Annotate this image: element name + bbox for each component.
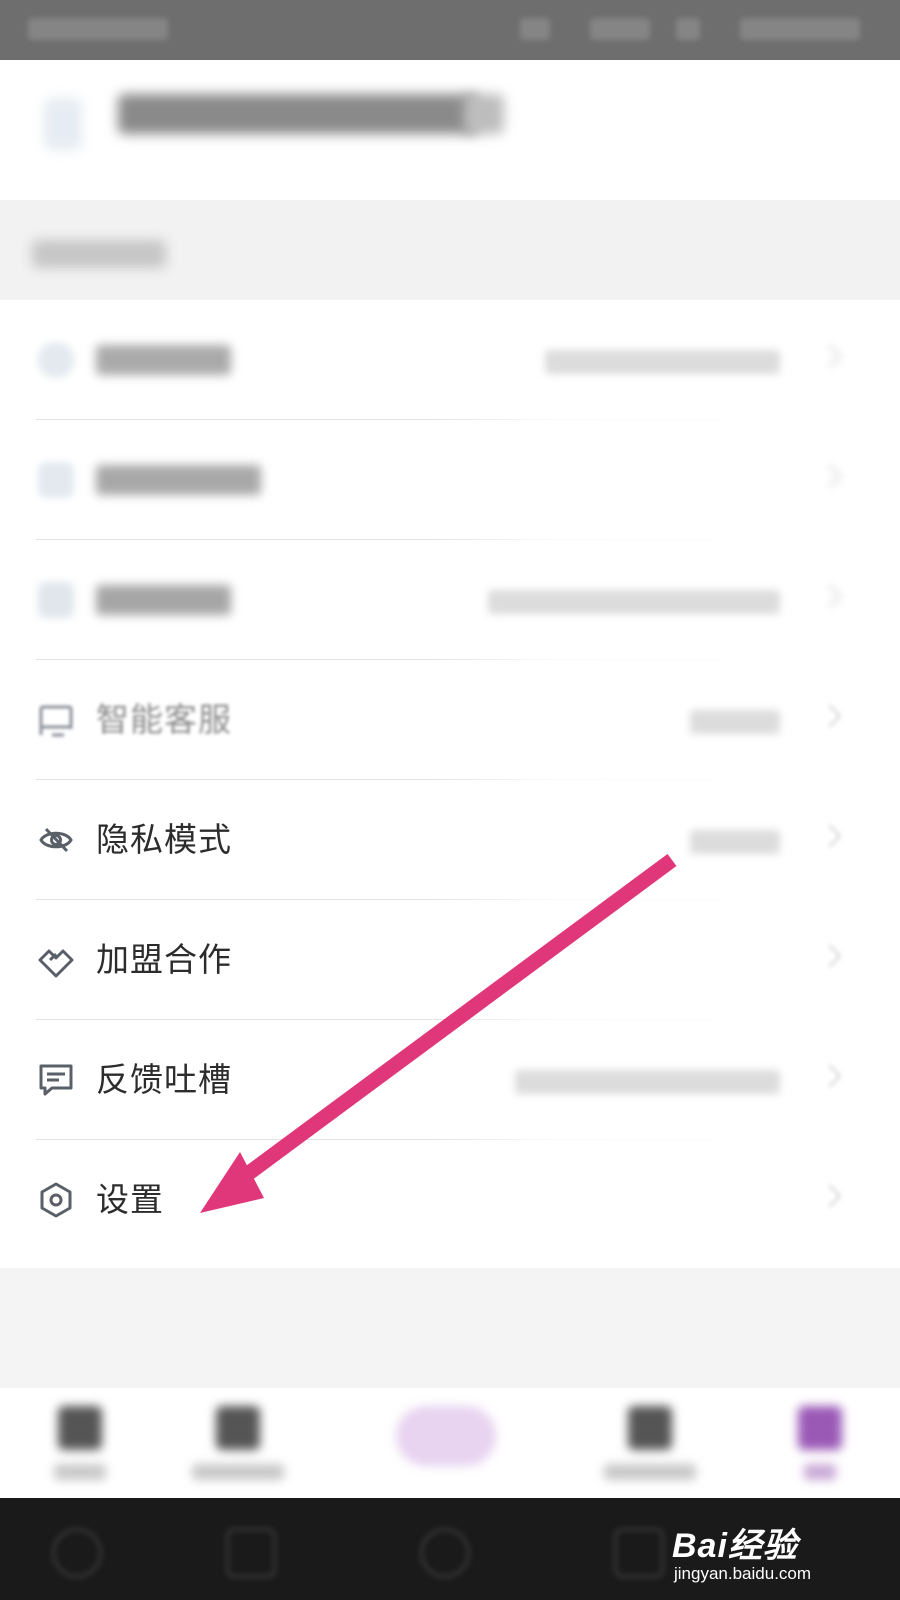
section-title bbox=[32, 240, 166, 268]
tab-center[interactable] bbox=[386, 1402, 506, 1492]
blurred-value bbox=[545, 350, 780, 374]
chevron-right-icon bbox=[818, 344, 842, 368]
empty-area bbox=[0, 1268, 900, 1388]
menu-list: 智能客服 隐私模式 加盟合作 反馈吐槽 设置 bbox=[0, 300, 900, 1268]
clock-icon bbox=[38, 582, 74, 618]
menu-nav-icon[interactable] bbox=[52, 1528, 102, 1578]
menu-item-settings[interactable]: 设置 bbox=[0, 1140, 900, 1260]
home-nav-icon[interactable] bbox=[420, 1528, 470, 1578]
menu-item-label: 隐私模式 bbox=[96, 820, 232, 859]
tab-label bbox=[604, 1464, 696, 1480]
tab-profile[interactable] bbox=[760, 1402, 880, 1492]
shield-icon bbox=[38, 342, 74, 378]
watermark-site: jingyan.baidu.com bbox=[674, 1564, 812, 1583]
wifi-icon bbox=[676, 18, 700, 40]
chevron-right-icon bbox=[818, 1064, 842, 1088]
carrier-text bbox=[28, 18, 168, 40]
recents-nav-icon[interactable] bbox=[614, 1528, 664, 1578]
blurred-value bbox=[488, 590, 780, 614]
message-icon bbox=[628, 1406, 672, 1450]
blurred-value bbox=[515, 1070, 780, 1094]
chevron-right-icon bbox=[818, 704, 842, 728]
signal-icon bbox=[520, 18, 550, 40]
network-speed bbox=[590, 18, 650, 40]
profile-header[interactable] bbox=[0, 60, 900, 200]
blurred-label bbox=[96, 585, 231, 615]
briefcase-icon bbox=[216, 1406, 260, 1450]
headset-icon bbox=[39, 705, 73, 737]
person-icon bbox=[798, 1406, 842, 1450]
section-header bbox=[0, 200, 900, 300]
blurred-value bbox=[690, 830, 780, 854]
battery-time bbox=[740, 18, 860, 40]
status-bar bbox=[0, 0, 900, 60]
tab-label bbox=[804, 1464, 836, 1480]
tab-jobs[interactable] bbox=[178, 1402, 298, 1492]
center-action-icon bbox=[396, 1406, 496, 1466]
menu-item-label: 设置 bbox=[96, 1180, 164, 1219]
chevron-right-icon bbox=[818, 824, 842, 848]
tab-messages[interactable] bbox=[590, 1402, 710, 1492]
tab-label bbox=[192, 1464, 284, 1480]
blurred-label bbox=[96, 465, 261, 495]
copy-icon[interactable] bbox=[464, 94, 504, 134]
tab-home[interactable] bbox=[20, 1402, 140, 1492]
chevron-right-icon bbox=[818, 944, 842, 968]
list-icon bbox=[38, 462, 74, 498]
menu-item-blurred-2[interactable] bbox=[0, 420, 900, 540]
menu-item-label: 反馈吐槽 bbox=[96, 1060, 232, 1099]
menu-item-partnership[interactable]: 加盟合作 bbox=[0, 900, 900, 1020]
eye-off-icon bbox=[39, 827, 73, 853]
baidu-jingyan-watermark: Bai经验 jingyan.baidu.com bbox=[672, 1518, 852, 1596]
chat-icon bbox=[39, 1064, 73, 1096]
bottom-tab-bar bbox=[0, 1388, 900, 1498]
menu-item-smart-service[interactable]: 智能客服 bbox=[0, 660, 900, 780]
chevron-right-icon bbox=[818, 464, 842, 488]
blurred-label bbox=[96, 345, 231, 375]
avatar bbox=[44, 98, 82, 150]
hexagon-gear-icon bbox=[40, 1182, 72, 1218]
back-nav-icon[interactable] bbox=[226, 1528, 276, 1578]
tab-label bbox=[54, 1464, 106, 1480]
blurred-value bbox=[690, 710, 780, 734]
chevron-right-icon bbox=[818, 584, 842, 608]
watermark-brand: Bai经验 bbox=[672, 1527, 798, 1565]
handshake-icon bbox=[38, 949, 74, 978]
chevron-right-icon bbox=[818, 1184, 842, 1208]
profile-name bbox=[118, 94, 478, 134]
menu-item-blurred-1[interactable] bbox=[0, 300, 900, 420]
document-icon bbox=[58, 1406, 102, 1450]
menu-item-label: 智能客服 bbox=[96, 700, 232, 739]
menu-item-blurred-3[interactable] bbox=[0, 540, 900, 660]
menu-item-label: 加盟合作 bbox=[96, 940, 232, 979]
menu-item-privacy-mode[interactable]: 隐私模式 bbox=[0, 780, 900, 900]
menu-item-feedback[interactable]: 反馈吐槽 bbox=[0, 1020, 900, 1140]
